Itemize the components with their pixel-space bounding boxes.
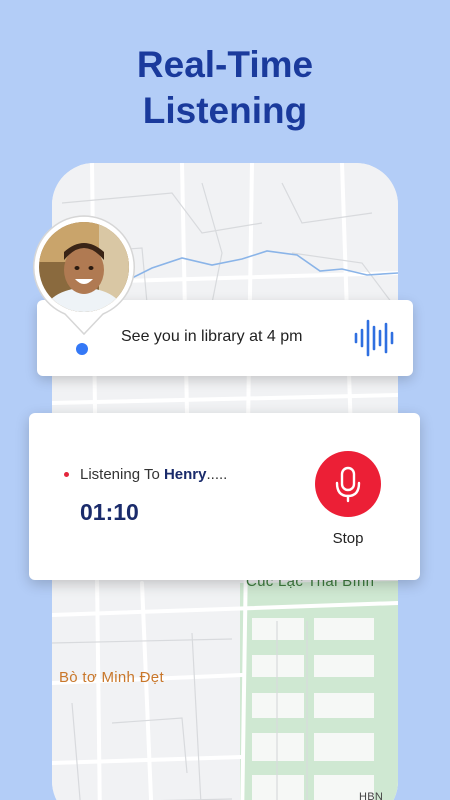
avatar-map-pin[interactable] xyxy=(31,214,137,336)
child-portrait-icon xyxy=(39,222,129,312)
listening-name: Henry xyxy=(163,466,207,483)
stop-button-label[interactable]: Stop xyxy=(315,530,381,547)
map-label-place: Bò tơ Minh Đẹt xyxy=(59,669,164,686)
listening-status: Listening To Henry..... xyxy=(80,466,227,483)
headline-line-1: Real-Time xyxy=(136,44,314,85)
avatar xyxy=(39,222,129,312)
message-text: See you in library at 4 pm xyxy=(121,328,303,345)
listening-suffix: ..... xyxy=(206,466,228,483)
listening-prefix: Listening To xyxy=(80,466,164,483)
page-headline: Real-Time Listening xyxy=(0,42,450,134)
microphone-icon xyxy=(335,466,361,503)
recording-indicator-icon xyxy=(64,472,69,477)
headline-line-2: Listening xyxy=(142,90,308,131)
audio-waveform-icon xyxy=(354,319,394,357)
listening-card: Listening To Henry..... 01:10 Stop xyxy=(29,413,420,580)
location-dot-icon xyxy=(76,343,88,355)
listening-timer: 01:10 xyxy=(80,499,139,525)
map-label-corner: HBN xyxy=(359,791,384,800)
stop-button[interactable] xyxy=(315,451,381,517)
